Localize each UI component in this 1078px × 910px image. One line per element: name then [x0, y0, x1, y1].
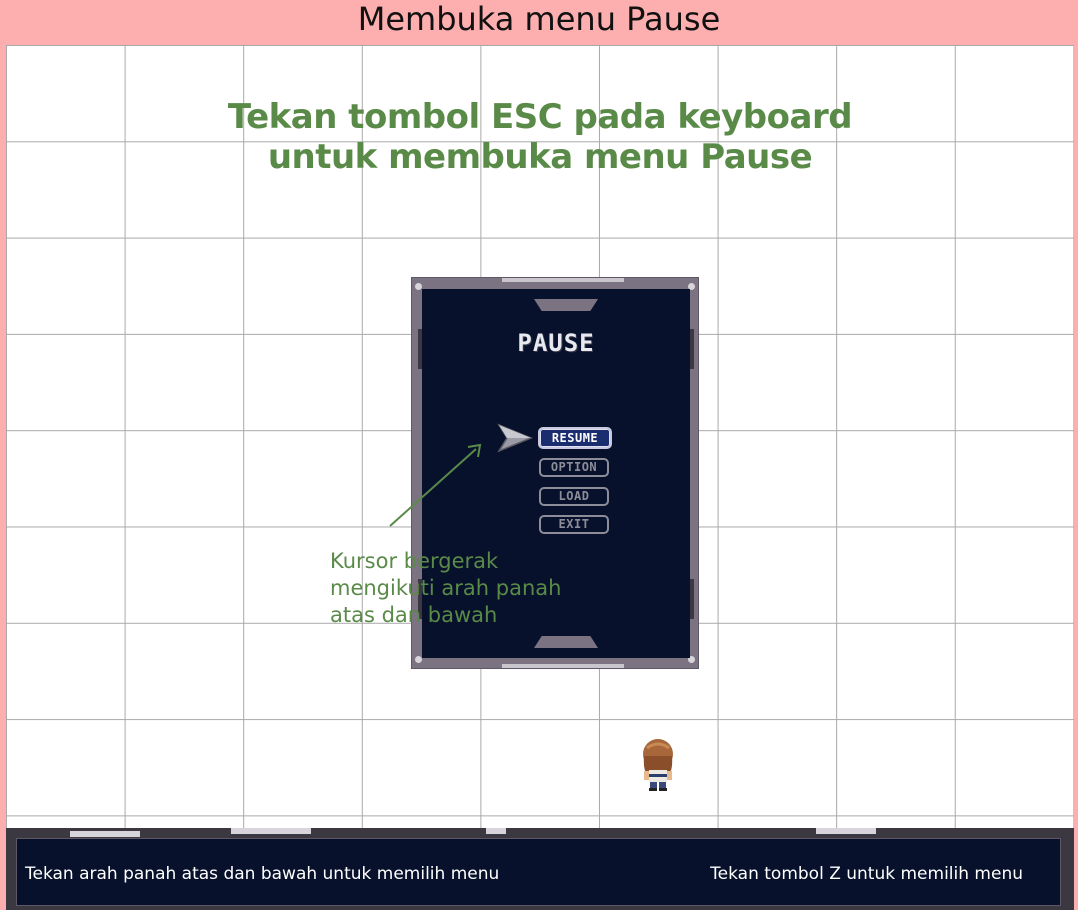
instruction-text: Tekan tombol ESC pada keyboard untuk mem… — [6, 97, 1074, 177]
rivet — [415, 656, 422, 663]
strip-decoration — [486, 828, 506, 834]
pause-title: PAUSE — [517, 329, 595, 357]
menu-item-resume[interactable]: RESUME — [538, 427, 612, 449]
side-bar — [690, 579, 694, 619]
hud-strip: Tekan arah panah atas dan bawah untuk me… — [6, 828, 1074, 910]
strip-decoration — [816, 828, 876, 834]
rivet — [415, 283, 422, 290]
hint-select: Tekan tombol Z untuk memilih menu — [710, 864, 1023, 884]
panel-bottom-notch — [534, 636, 598, 648]
arrow-cursor-icon — [497, 423, 533, 453]
menu-item-option[interactable]: OPTION — [539, 458, 609, 477]
window-bottom-rail — [502, 664, 624, 668]
instruction-line-2: untuk membuka menu Pause — [267, 137, 813, 177]
instruction-line-1: Tekan tombol ESC pada keyboard — [227, 97, 853, 137]
strip-decoration — [70, 831, 140, 837]
menu-item-load[interactable]: LOAD — [539, 487, 609, 506]
panel-top-notch — [534, 299, 598, 311]
side-bar — [690, 329, 694, 369]
frame-title: Membuka menu Pause — [357, 0, 721, 38]
game-canvas: Tekan tombol ESC pada keyboard untuk mem… — [6, 45, 1074, 830]
strip-decoration — [231, 828, 311, 834]
menu-item-exit[interactable]: EXIT — [539, 515, 609, 534]
annotation-caption: Kursor bergerak mengikuti arah panah ata… — [330, 549, 562, 627]
window-top-rail — [502, 278, 624, 282]
player-character-sprite — [643, 739, 673, 791]
hint-navigate: Tekan arah panah atas dan bawah untuk me… — [25, 864, 500, 884]
hud-hint-box: Tekan arah panah atas dan bawah untuk me… — [16, 838, 1061, 906]
